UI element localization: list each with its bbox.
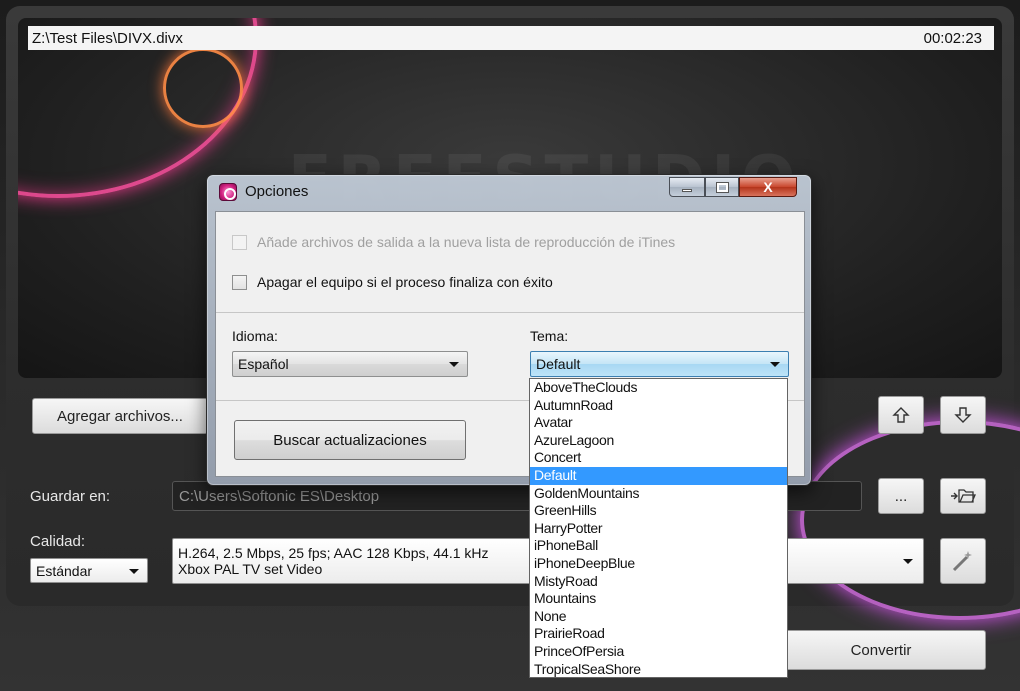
- close-icon: X: [763, 179, 773, 195]
- theme-option[interactable]: AboveTheClouds: [530, 379, 787, 397]
- convert-button[interactable]: Convertir: [776, 630, 986, 670]
- quality-value: Estándar: [36, 562, 93, 579]
- theme-select[interactable]: Default: [530, 351, 789, 377]
- save-in-label: Guardar en:: [30, 488, 111, 505]
- dialog-title: Opciones: [245, 183, 309, 200]
- app-logo-icon: [219, 183, 237, 201]
- theme-option[interactable]: HarryPotter: [530, 520, 787, 538]
- save-path-value: C:\Users\Softonic ES\Desktop: [179, 487, 380, 505]
- theme-option[interactable]: GreenHills: [530, 502, 787, 520]
- theme-option[interactable]: Avatar: [530, 414, 787, 432]
- divider: [216, 312, 804, 313]
- theme-dropdown-list: AboveTheClouds AutumnRoad Avatar AzureLagoo…: [529, 378, 788, 678]
- shutdown-checkbox[interactable]: [232, 274, 247, 290]
- chevron-down-icon: [449, 362, 459, 367]
- quality-select[interactable]: Estándar: [30, 558, 148, 583]
- convert-label: Convertir: [850, 641, 912, 659]
- language-select[interactable]: Español: [232, 351, 468, 377]
- theme-option[interactable]: iPhoneBall: [530, 537, 787, 555]
- shutdown-checkbox-row[interactable]: Apagar el equipo si el proceso finaliza …: [232, 274, 553, 290]
- theme-option[interactable]: Mountains: [530, 590, 787, 608]
- theme-option[interactable]: iPhoneDeepBlue: [530, 555, 787, 573]
- theme-option[interactable]: Default: [530, 466, 787, 485]
- shutdown-checkbox-label: Apagar el equipo si el proceso finaliza …: [257, 274, 553, 290]
- magic-wand-icon: [952, 551, 972, 572]
- theme-option[interactable]: PrairieRoad: [530, 625, 787, 643]
- close-button[interactable]: X: [739, 177, 797, 197]
- theme-option[interactable]: AzureLagoon: [530, 432, 787, 450]
- minimize-icon: [682, 188, 692, 192]
- theme-label: Tema:: [530, 328, 569, 344]
- move-up-button[interactable]: [878, 396, 924, 434]
- browse-label: ...: [894, 487, 908, 505]
- chevron-down-icon: [770, 362, 780, 367]
- theme-value: Default: [536, 356, 581, 372]
- itunes-checkbox-label: Añade archivos de salida a la nueva list…: [257, 234, 676, 250]
- open-folder-button[interactable]: [940, 478, 986, 514]
- theme-option[interactable]: TropicalSeaShore: [530, 661, 787, 679]
- theme-option[interactable]: GoldenMountains: [530, 485, 787, 503]
- theme-option[interactable]: Concert: [530, 449, 787, 467]
- theme-option[interactable]: MistyRoad: [530, 573, 787, 591]
- theme-option[interactable]: PrinceOfPersia: [530, 643, 787, 661]
- browse-button[interactable]: ...: [878, 478, 924, 514]
- chevron-down-icon: [129, 568, 139, 574]
- add-files-label: Agregar archivos...: [57, 407, 183, 425]
- file-duration: 00:02:23: [923, 29, 982, 47]
- quality-label: Calidad:: [30, 533, 86, 550]
- maximize-icon: [716, 182, 728, 192]
- theme-option[interactable]: None: [530, 608, 787, 626]
- itunes-checkbox[interactable]: [232, 234, 247, 250]
- profile-line-2: Xbox PAL TV set Video: [178, 561, 323, 577]
- itunes-checkbox-row[interactable]: Añade archivos de salida a la nueva list…: [232, 234, 675, 250]
- theme-option[interactable]: AutumnRoad: [530, 397, 787, 415]
- arrow-up-icon: [892, 407, 910, 423]
- check-updates-label: Buscar actualizaciones: [273, 431, 427, 449]
- maximize-button[interactable]: [705, 177, 739, 197]
- current-file-path: Z:\Test Files\DIVX.divx: [32, 29, 183, 47]
- arrow-down-icon: [954, 407, 972, 423]
- chevron-down-icon: [903, 559, 913, 564]
- open-folder-icon: [951, 489, 976, 503]
- freestudio-app-window: FREESTUDIO Z:\Test Files\DIVX.divx 00:02…: [0, 0, 1020, 691]
- current-file-bar: Z:\Test Files\DIVX.divx 00:02:23: [28, 26, 994, 50]
- wizard-button[interactable]: [940, 538, 986, 584]
- check-updates-button[interactable]: Buscar actualizaciones: [234, 420, 466, 460]
- minimize-button[interactable]: [669, 177, 705, 197]
- add-files-button[interactable]: Agregar archivos...: [32, 398, 208, 434]
- language-label: Idioma:: [232, 328, 278, 344]
- profile-line-1: H.264, 2.5 Mbps, 25 fps; AAC 128 Kbps, 4…: [178, 545, 489, 561]
- orange-glow-ring-decoration: [163, 48, 243, 128]
- move-down-button[interactable]: [940, 396, 986, 434]
- language-value: Español: [238, 356, 289, 372]
